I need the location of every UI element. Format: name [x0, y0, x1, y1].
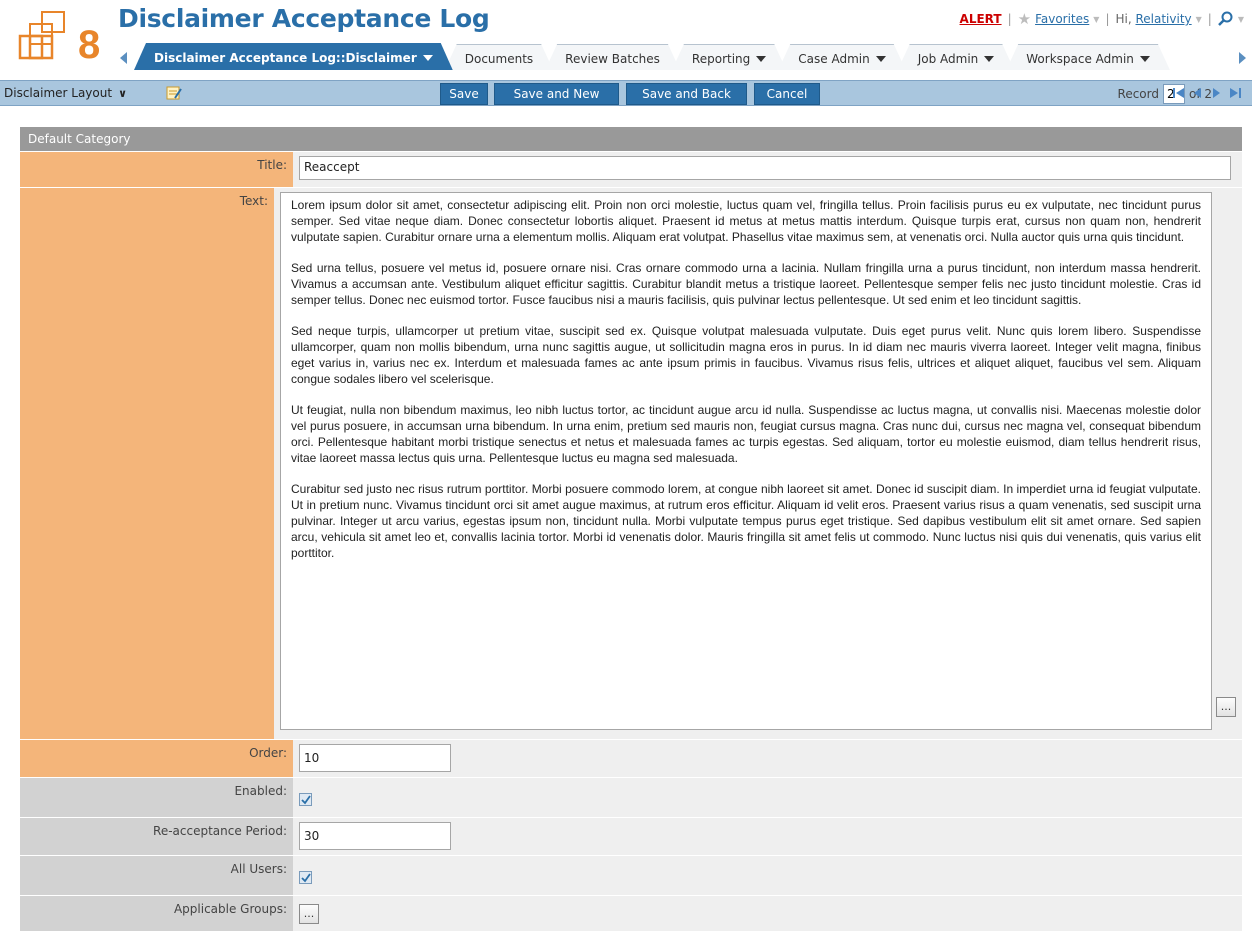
chevron-down-icon — [1140, 56, 1150, 62]
tab-label: Disclaimer Acceptance Log::Disclaimer — [154, 50, 417, 65]
title-value-cell: Reaccept — [293, 152, 1242, 187]
order-value-cell: 10 — [293, 740, 1242, 777]
text-paragraph: Lorem ipsum dolor sit amet, consectetur … — [291, 198, 1201, 244]
text-label: Text: — [20, 188, 274, 739]
reacceptance-period-row: Re-acceptance Period: 30 — [20, 817, 1242, 855]
search-icon[interactable] — [1217, 11, 1234, 27]
checkmark-icon — [300, 794, 311, 804]
enabled-checkbox[interactable] — [299, 793, 312, 806]
last-record-icon[interactable] — [1229, 86, 1242, 100]
favorites-link[interactable]: Favorites — [1035, 12, 1089, 26]
reacceptance-period-field[interactable]: 30 — [299, 822, 451, 850]
chevron-down-icon: ∨ — [118, 86, 127, 100]
reacceptance-period-label: Re-acceptance Period: — [20, 818, 293, 855]
enabled-value-cell — [293, 778, 1242, 817]
logo-icon: 8 — [18, 11, 100, 62]
search-dropdown-icon[interactable]: ▼ — [1238, 15, 1244, 24]
applicable-groups-label: Applicable Groups: — [20, 896, 293, 931]
greeting-text: Hi, — [1115, 12, 1132, 26]
applicable-groups-picker-button[interactable]: ... — [299, 904, 319, 924]
separator: | — [1207, 12, 1212, 26]
tab-label: Workspace Admin — [1026, 51, 1134, 66]
user-dropdown-icon[interactable]: ▼ — [1196, 15, 1202, 24]
text-paragraph: Sed urna tellus, posuere vel metus id, p… — [291, 261, 1201, 307]
layout-dropdown-label: Disclaimer Layout — [4, 86, 113, 100]
text-row: Text: Lorem ipsum dolor sit amet, consec… — [20, 187, 1242, 739]
applicable-groups-value-cell: ... — [293, 896, 1242, 931]
alert-link[interactable]: ALERT — [960, 12, 1002, 26]
separator: | — [1007, 12, 1012, 26]
edit-layout-icon[interactable] — [166, 86, 182, 100]
tab-bar: Disclaimer Acceptance Log::Disclaimer Do… — [134, 42, 1162, 70]
title-field[interactable]: Reaccept — [299, 156, 1231, 180]
order-field[interactable]: 10 — [299, 744, 451, 772]
text-paragraph: Curabitur sed justo nec risus rutrum por… — [291, 482, 1201, 560]
category-header: Default Category — [20, 127, 1242, 151]
tab-label: Reporting — [691, 51, 751, 66]
utility-bar: ALERT | ★ Favorites ▼ | Hi, Relativity ▼… — [960, 10, 1244, 28]
chevron-down-icon — [984, 56, 994, 62]
all-users-value-cell — [293, 856, 1242, 895]
save-and-new-button[interactable]: Save and New — [494, 83, 619, 105]
title-row: Title: Reaccept — [20, 151, 1242, 187]
order-label: Order: — [20, 740, 293, 777]
text-value-cell: Lorem ipsum dolor sit amet, consectetur … — [274, 188, 1242, 739]
save-and-back-button[interactable]: Save and Back — [626, 83, 747, 105]
text-paragraph: Sed neque turpis, ullamcorper ut pretium… — [291, 324, 1201, 386]
record-label: Record — [1117, 87, 1159, 101]
all-users-row: All Users: — [20, 855, 1242, 895]
reacceptance-period-value-cell: 30 — [293, 818, 1242, 855]
layout-dropdown[interactable]: Disclaimer Layout ∨ — [4, 83, 127, 103]
order-row: Order: 10 — [20, 739, 1242, 777]
checkmark-icon — [300, 872, 311, 882]
star-icon: ★ — [1017, 10, 1032, 28]
tab-label: Review Batches — [565, 51, 660, 66]
enabled-row: Enabled: — [20, 777, 1242, 817]
tab-case-admin[interactable]: Case Admin — [778, 44, 905, 70]
user-menu-link[interactable]: Relativity — [1135, 12, 1191, 26]
applicable-groups-row: Applicable Groups: ... — [20, 895, 1242, 931]
tab-review-batches[interactable]: Review Batches — [545, 44, 680, 70]
svg-text:8: 8 — [78, 23, 100, 62]
tab-disclaimer[interactable]: Disclaimer Acceptance Log::Disclaimer — [134, 43, 453, 70]
tab-workspace-admin[interactable]: Workspace Admin — [1006, 44, 1170, 70]
chevron-down-icon — [756, 56, 766, 62]
expand-text-button[interactable]: ... — [1216, 697, 1236, 717]
chevron-down-icon — [876, 56, 886, 62]
edit-form: Default Category Title: Reaccept Text: L… — [20, 127, 1242, 931]
next-record-icon[interactable] — [1210, 86, 1223, 100]
tab-label: Job Admin — [917, 51, 979, 66]
all-users-checkbox[interactable] — [299, 871, 312, 884]
favorites-dropdown-icon[interactable]: ▼ — [1093, 15, 1099, 24]
enabled-label: Enabled: — [20, 778, 293, 817]
tab-reporting[interactable]: Reporting — [672, 44, 786, 70]
previous-record-icon[interactable] — [1191, 86, 1204, 100]
separator: | — [1105, 12, 1110, 26]
first-record-icon[interactable] — [1172, 86, 1185, 100]
tab-job-admin[interactable]: Job Admin — [898, 44, 1015, 70]
title-label: Title: — [20, 152, 293, 187]
tab-scroll-right-icon[interactable] — [1238, 51, 1248, 65]
all-users-label: All Users: — [20, 856, 293, 895]
toolbar: Disclaimer Layout ∨ Save Save and New Sa… — [0, 80, 1252, 106]
tab-label: Documents — [464, 51, 534, 66]
page-title: Disclaimer Acceptance Log — [118, 4, 490, 33]
chevron-down-icon — [423, 55, 433, 61]
record-pager — [1172, 86, 1242, 100]
tab-scroll-left-icon[interactable] — [118, 51, 128, 65]
text-field[interactable]: Lorem ipsum dolor sit amet, consectetur … — [280, 192, 1212, 730]
save-button[interactable]: Save — [440, 83, 488, 105]
cancel-button[interactable]: Cancel — [754, 83, 820, 105]
tab-documents[interactable]: Documents — [445, 44, 553, 70]
tab-label: Case Admin — [798, 51, 870, 66]
text-paragraph: Ut feugiat, nulla non bibendum maximus, … — [291, 403, 1201, 465]
header: 8 Disclaimer Acceptance Log ALERT | ★ Fa… — [0, 0, 1252, 80]
